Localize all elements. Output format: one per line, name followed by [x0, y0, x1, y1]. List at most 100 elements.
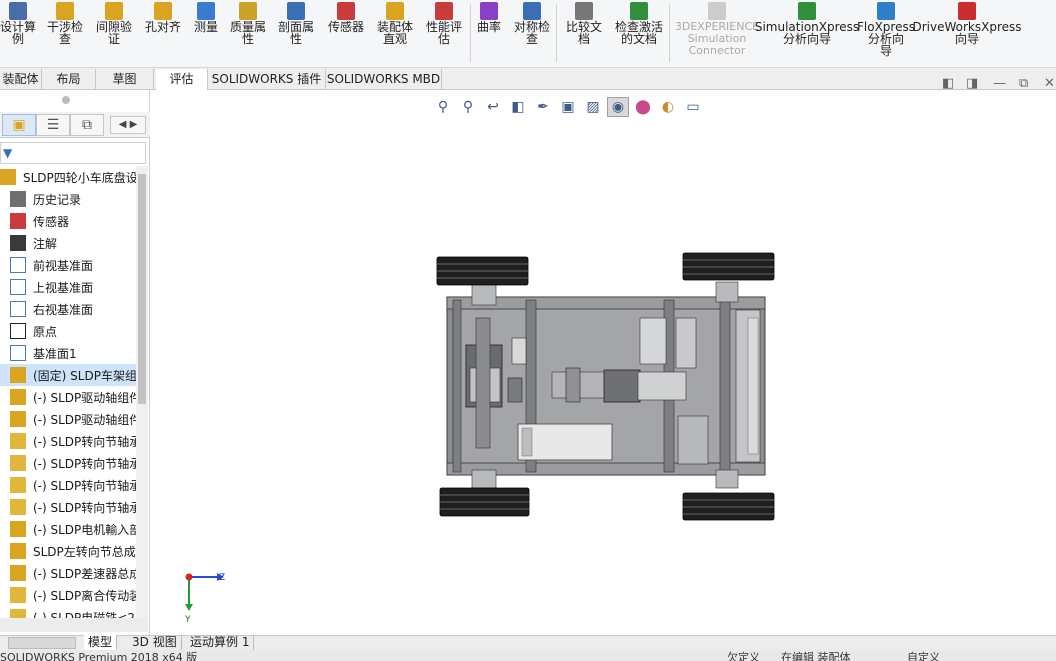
apply-scene-icon[interactable]: ◐ [657, 97, 679, 117]
tree-item[interactable]: 右视基准面 [0, 298, 136, 320]
command-manager-ribbon: 设计算 例干涉检 查间隙验 证孔对齐 测量 质量属 性剖面属 性传感器 装配体 直观性… [0, 0, 1056, 68]
zoom-to-area-icon[interactable]: ⚲ [457, 97, 479, 117]
tab-0[interactable]: 装配体 [0, 69, 42, 90]
configuration-manager-tab[interactable]: ⧉ [70, 114, 104, 136]
tree-item[interactable]: (-) SLDP转向节轴承 [0, 474, 136, 496]
restore-icon[interactable]: ⧉ [1019, 76, 1028, 91]
tab-scroll-arrows[interactable] [8, 637, 76, 649]
display-style-icon[interactable]: ▨ [582, 97, 604, 117]
filter-icon[interactable]: ▼ [3, 146, 12, 160]
tree-item[interactable]: 基准面1 [0, 342, 136, 364]
section-properties-button[interactable]: 剖面属 性 [273, 0, 319, 68]
tree-item-label: (-) SLDP电磁铁<2 [33, 610, 135, 619]
compare-documents-button[interactable]: 比较文 档 [560, 0, 608, 68]
performance-evaluation-button[interactable]: 性能评 估 [420, 0, 468, 68]
panel-tab-scroll-arrows[interactable]: ◀ ▶ [110, 116, 146, 134]
tree-item[interactable]: 注解 [0, 232, 136, 254]
scrollbar-thumb[interactable] [138, 174, 146, 404]
tree-item-label: (-) SLDP转向节轴承 [33, 434, 136, 449]
tree-item-label: 原点 [33, 324, 58, 339]
tree-item-label: (-) SLDP转向节轴承 [33, 456, 136, 471]
section-view-icon[interactable]: ◧ [507, 97, 529, 117]
measure-button[interactable]: 测量 [188, 0, 224, 68]
tree-item[interactable]: 原点 [0, 320, 136, 342]
view-settings-icon[interactable]: ▭ [682, 97, 704, 117]
graphics-area[interactable]: Z Y [151, 90, 1056, 635]
tree-item[interactable]: (-) SLDP电机輸入部 [0, 518, 136, 540]
previous-view-icon[interactable]: ↩ [482, 97, 504, 117]
tree-item-label: 前视基准面 [33, 258, 94, 273]
driveworksxpress-button[interactable]: DriveWorksXpress 向导 [912, 0, 1022, 68]
feature-tree-tab[interactable]: ▣ [2, 114, 36, 136]
solidworks-window: 设计算 例干涉检 查间隙验 证孔对齐 测量 质量属 性剖面属 性传感器 装配体 直观性… [0, 0, 1056, 661]
car-chassis-model[interactable] [151, 90, 1056, 635]
dynamic-annotation-icon[interactable]: ✒ [532, 97, 554, 117]
edit-appearance-icon[interactable]: ⬤ [632, 97, 654, 117]
interference-check-icon [56, 2, 74, 20]
model-view-tabs: 模型 3D 视图 运动算例 1 [0, 635, 1056, 650]
tab-2[interactable]: 草图 [96, 69, 154, 90]
ribbon-separator [556, 4, 557, 62]
tree-item[interactable]: 历史记录 [0, 188, 136, 210]
simulationxpress-button[interactable]: SimulationXpress 分析向导 [755, 0, 859, 68]
tree-item[interactable]: (固定) SLDP车架组 [0, 364, 136, 386]
design-study-button[interactable]: 设计算 例 [0, 0, 36, 68]
feature-tree-filter[interactable]: ▼ [0, 142, 146, 164]
tree-item[interactable]: (-) SLDP离合传动装 [0, 584, 136, 606]
symmetry-check-button[interactable]: 对称检 查 [508, 0, 556, 68]
annotation-icon [10, 235, 26, 251]
clearance-verification-icon [105, 2, 123, 20]
part-icon [10, 587, 26, 603]
design-study-icon [9, 2, 27, 20]
tree-item[interactable]: (-) SLDP转向节轴承 [0, 430, 136, 452]
tree-item[interactable]: (-) SLDP差速器总成 [0, 562, 136, 584]
floxpress-button[interactable]: FloXpress 分析向 导 [857, 0, 915, 68]
tree-item[interactable]: 前视基准面 [0, 254, 136, 276]
tree-item[interactable]: 上视基准面 [0, 276, 136, 298]
close-icon[interactable]: ✕ [1044, 76, 1055, 91]
assembly-visualization-button[interactable]: 装配体 直观 [371, 0, 419, 68]
interference-check-button[interactable]: 干涉检 查 [42, 0, 88, 68]
mass-properties-button[interactable]: 质量属 性 [225, 0, 271, 68]
sensor-button[interactable]: 传感器 [322, 0, 370, 68]
view-orientation-icon[interactable]: ▣ [557, 97, 579, 117]
hide-show-items-icon[interactable]: ◉ [607, 97, 629, 117]
tree-item[interactable]: SLDP左转向节总成 [0, 540, 136, 562]
command-manager-tabs: 装配体 布局 草图 评估 SOLIDWORKS 插件 SOLIDWORKS MBD [0, 68, 1056, 90]
check-active-document-button[interactable]: 检查激活 的文档 [608, 0, 670, 68]
ribbon-button-label: 3DEXPERIENCE Simulation Connector [674, 20, 760, 57]
tile-right-icon[interactable]: ◨ [966, 76, 978, 91]
tile-left-icon[interactable]: ◧ [942, 76, 954, 91]
ribbon-button-label: SimulationXpress 分析向导 [754, 20, 860, 46]
tab-1[interactable]: 布局 [42, 69, 96, 90]
panel-tabs: ▣ ☰ ⧉ ◀ ▶ [0, 112, 150, 138]
tree-item[interactable]: (-) SLDP驱动轴组件 [0, 386, 136, 408]
tree-horizontal-scrollbar[interactable] [0, 618, 148, 632]
panel-collapse-handle[interactable] [62, 96, 70, 104]
tree-item[interactable]: (-) SLDP驱动轴组件 [0, 408, 136, 430]
tree-item-label: (-) SLDP转向节轴承 [33, 478, 136, 493]
tab-5[interactable]: SOLIDWORKS MBD [326, 69, 442, 90]
tab-3[interactable]: 评估 [156, 69, 208, 90]
clearance-verification-button[interactable]: 间隙验 证 [90, 0, 138, 68]
hole-alignment-button[interactable]: 孔对齐 [140, 0, 186, 68]
bottom-tab-0[interactable]: 模型 [84, 635, 118, 650]
tab-4[interactable]: SOLIDWORKS 插件 [208, 69, 326, 90]
zoom-to-fit-icon[interactable]: ⚲ [432, 97, 454, 117]
tree-item[interactable]: SLDP四轮小车底盘设计 [0, 166, 136, 188]
bottom-tab-1[interactable]: 3D 视图 [128, 635, 182, 650]
curvature-button[interactable]: 曲率 [475, 0, 503, 68]
bottom-tab-2[interactable]: 运动算例 1 [186, 635, 255, 650]
triad-y-label: Y [184, 615, 191, 625]
tree-item-label: (固定) SLDP车架组 [33, 368, 136, 383]
tree-item-label: (-) SLDP差速器总成 [33, 566, 136, 581]
property-manager-tab[interactable]: ☰ [36, 114, 70, 136]
tree-item[interactable]: (-) SLDP电磁铁<2 [0, 606, 136, 618]
tree-item[interactable]: (-) SLDP转向节轴承 [0, 496, 136, 518]
tree-vertical-scrollbar[interactable] [136, 166, 148, 618]
tree-item[interactable]: (-) SLDP转向节轴承 [0, 452, 136, 474]
status-units[interactable]: 自定义 [907, 652, 940, 661]
tree-item[interactable]: 传感器 [0, 210, 136, 232]
part-icon [10, 499, 26, 515]
minimize-icon[interactable]: — [993, 76, 1006, 91]
